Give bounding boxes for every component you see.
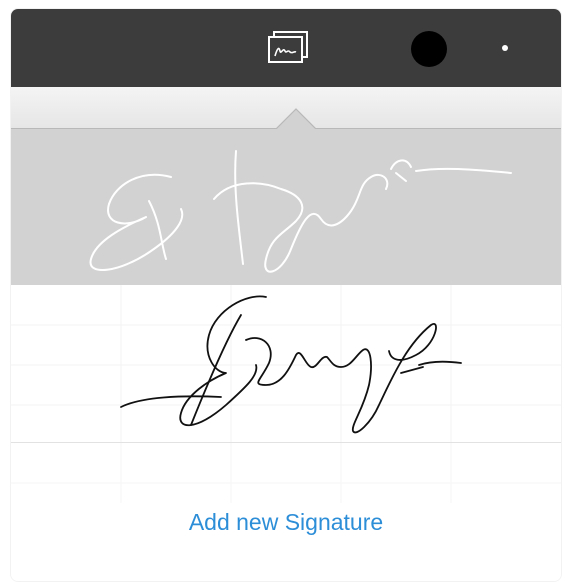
toolbar [11, 9, 561, 87]
signature-window: Add new Signature [11, 9, 561, 581]
signature-stroke-1 [89, 150, 512, 273]
add-new-signature-button[interactable]: Add new Signature [11, 509, 561, 536]
popover-arrow [276, 108, 316, 129]
signature-row-selected[interactable] [11, 129, 561, 285]
signature-tool-icon[interactable] [264, 29, 314, 67]
signature-stroke-2 [120, 295, 462, 434]
add-signature-row: Add new Signature [11, 443, 561, 581]
signature-row[interactable] [11, 285, 561, 443]
signature-list [11, 129, 561, 443]
ink-color-swatch[interactable] [411, 31, 447, 67]
more-options-dot[interactable] [502, 45, 508, 51]
